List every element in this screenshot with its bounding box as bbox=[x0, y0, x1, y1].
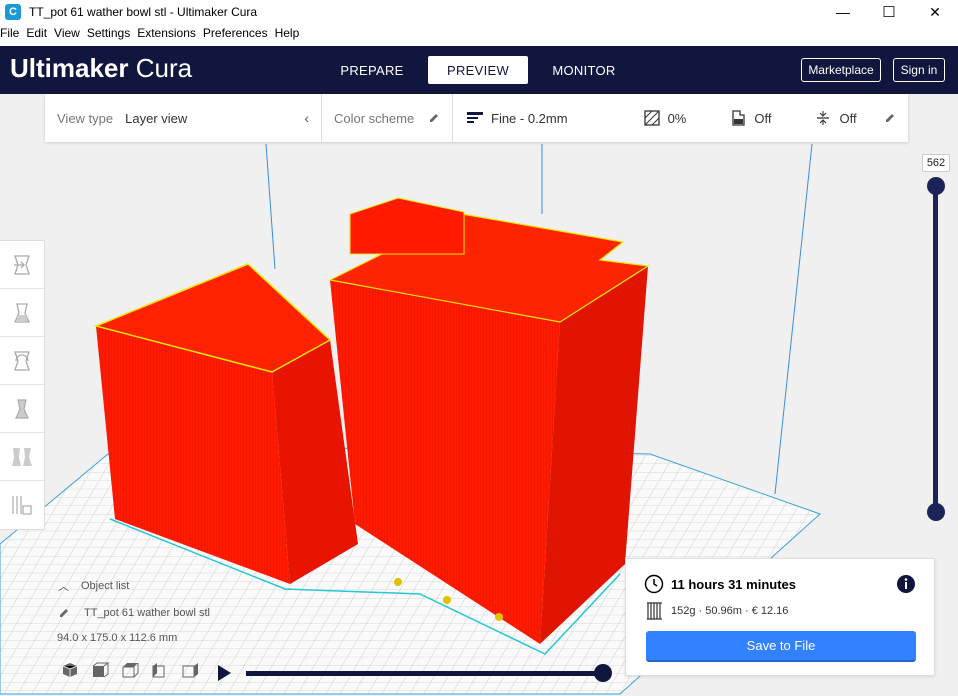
menu-edit[interactable]: Edit bbox=[26, 26, 47, 46]
model-support-nub bbox=[394, 578, 402, 586]
object-name-row: TT_pot 61 wather bowl stl bbox=[58, 607, 210, 619]
per-model-settings-tool[interactable] bbox=[0, 433, 44, 481]
object-dimensions: 94.0 x 175.0 x 112.6 mm bbox=[57, 632, 178, 644]
mirror-icon bbox=[15, 398, 29, 419]
view-type-label: View type bbox=[57, 110, 114, 126]
top-view-icon[interactable] bbox=[120, 661, 140, 679]
object-name[interactable]: TT_pot 61 wather bowl stl bbox=[84, 607, 210, 619]
pencil-icon bbox=[430, 114, 438, 122]
support-icon bbox=[732, 110, 746, 126]
color-scheme-label: Color scheme bbox=[334, 110, 415, 126]
stage-tabs: PREPARE PREVIEW MONITOR bbox=[322, 56, 640, 84]
chevron-up-icon: ︿ bbox=[58, 581, 69, 593]
per-model-settings-icon bbox=[12, 447, 32, 466]
tab-monitor[interactable]: MONITOR bbox=[534, 56, 634, 84]
model-small-tower bbox=[349, 197, 465, 255]
menu-extensions[interactable]: Extensions bbox=[137, 26, 196, 46]
app-header: Ultimaker Cura PREPARE PREVIEW MONITOR M… bbox=[0, 46, 958, 94]
infill-icon bbox=[643, 110, 660, 126]
layer-number-input[interactable]: 562 bbox=[922, 154, 950, 172]
marketplace-button[interactable]: Marketplace bbox=[801, 58, 881, 82]
object-list-toggle[interactable]: ︿ Object list bbox=[58, 578, 129, 594]
scale-icon bbox=[13, 302, 31, 323]
support-blocker-icon bbox=[12, 496, 32, 515]
cura-app-icon: C bbox=[5, 4, 21, 20]
view-type-selector[interactable]: View type Layer view ‹ bbox=[45, 94, 321, 142]
window-controls: — ☐ ✕ bbox=[820, 0, 958, 24]
window-titlebar: C TT_pot 61 wather bowl stl - Ultimaker … bbox=[0, 0, 958, 24]
close-button[interactable]: ✕ bbox=[912, 0, 958, 24]
ultimaker-cura-logo: Ultimaker Cura bbox=[10, 53, 192, 84]
rotate-tool[interactable] bbox=[0, 337, 44, 385]
menu-help[interactable]: Help bbox=[275, 26, 300, 46]
print-time: 11 hours 31 minutes bbox=[671, 577, 796, 592]
mirror-tool[interactable] bbox=[0, 385, 44, 433]
tool-panel bbox=[0, 240, 45, 530]
menu-view[interactable]: View bbox=[54, 26, 80, 46]
right-view-icon[interactable] bbox=[180, 661, 200, 679]
profile-value: Fine - 0.2mm bbox=[491, 110, 568, 126]
support-blocker-tool[interactable] bbox=[0, 481, 44, 529]
model-support-nub bbox=[495, 613, 503, 621]
pencil-icon[interactable] bbox=[58, 607, 70, 619]
support-value: Off bbox=[754, 110, 772, 126]
menu-settings[interactable]: Settings bbox=[87, 26, 130, 46]
rotate-icon bbox=[14, 350, 30, 371]
print-information-panel: 11 hours 31 minutes 152g · 50.96m · € 12… bbox=[625, 558, 935, 676]
model-support-nub bbox=[443, 596, 451, 604]
infill-value: 0% bbox=[667, 110, 687, 126]
tab-preview[interactable]: PREVIEW bbox=[428, 56, 528, 84]
front-view-icon[interactable] bbox=[90, 661, 110, 679]
print-material-cost: 152g · 50.96m · € 12.16 bbox=[671, 605, 789, 617]
build-volume-edge bbox=[265, 143, 276, 270]
play-icon[interactable] bbox=[216, 664, 232, 682]
logo-light-text: Cura bbox=[135, 53, 193, 83]
move-tool[interactable] bbox=[0, 241, 44, 289]
color-scheme-selector[interactable]: Color scheme bbox=[322, 94, 452, 142]
menu-file[interactable]: File bbox=[0, 26, 19, 46]
save-to-file-button[interactable]: Save to File bbox=[646, 631, 916, 662]
move-icon bbox=[14, 254, 30, 275]
logo-bold-text: Ultimaker bbox=[10, 53, 129, 83]
window-title: TT_pot 61 wather bowl stl - Ultimaker Cu… bbox=[29, 5, 258, 19]
view-type-value: Layer view bbox=[125, 110, 188, 126]
view-settings-bar: View type Layer view ‹ Color scheme Fine… bbox=[45, 94, 908, 142]
adhesion-value: Off bbox=[839, 110, 857, 126]
layer-slider-upper-handle[interactable] bbox=[927, 177, 945, 195]
left-view-icon[interactable] bbox=[150, 661, 170, 679]
layer-slider-track[interactable] bbox=[933, 186, 938, 512]
adhesion-icon bbox=[817, 111, 830, 125]
3d-view-icon[interactable] bbox=[60, 661, 80, 679]
layer-slider-lower-handle[interactable] bbox=[927, 503, 945, 521]
sign-in-button[interactable]: Sign in bbox=[893, 58, 945, 82]
chevron-left-icon: ‹ bbox=[304, 110, 309, 126]
menu-bar: File Edit View Settings Extensions Prefe… bbox=[0, 26, 306, 46]
profile-icon bbox=[467, 112, 483, 123]
print-settings-selector[interactable]: Fine - 0.2mm 0% Off Off bbox=[453, 94, 908, 142]
simulation-slider-handle[interactable] bbox=[594, 664, 612, 682]
clock-icon bbox=[644, 574, 664, 594]
simulation-slider-track[interactable] bbox=[246, 671, 604, 676]
scale-tool[interactable] bbox=[0, 289, 44, 337]
pencil-icon bbox=[886, 114, 894, 122]
build-volume-edge bbox=[774, 143, 813, 495]
object-list-label: Object list bbox=[81, 580, 130, 592]
menu-preferences[interactable]: Preferences bbox=[203, 26, 268, 46]
minimize-button[interactable]: — bbox=[820, 0, 866, 24]
info-icon[interactable] bbox=[896, 574, 916, 594]
maximize-button[interactable]: ☐ bbox=[866, 0, 912, 24]
camera-view-buttons bbox=[60, 661, 200, 679]
filament-spool-icon bbox=[647, 602, 662, 620]
tab-prepare[interactable]: PREPARE bbox=[322, 56, 422, 84]
